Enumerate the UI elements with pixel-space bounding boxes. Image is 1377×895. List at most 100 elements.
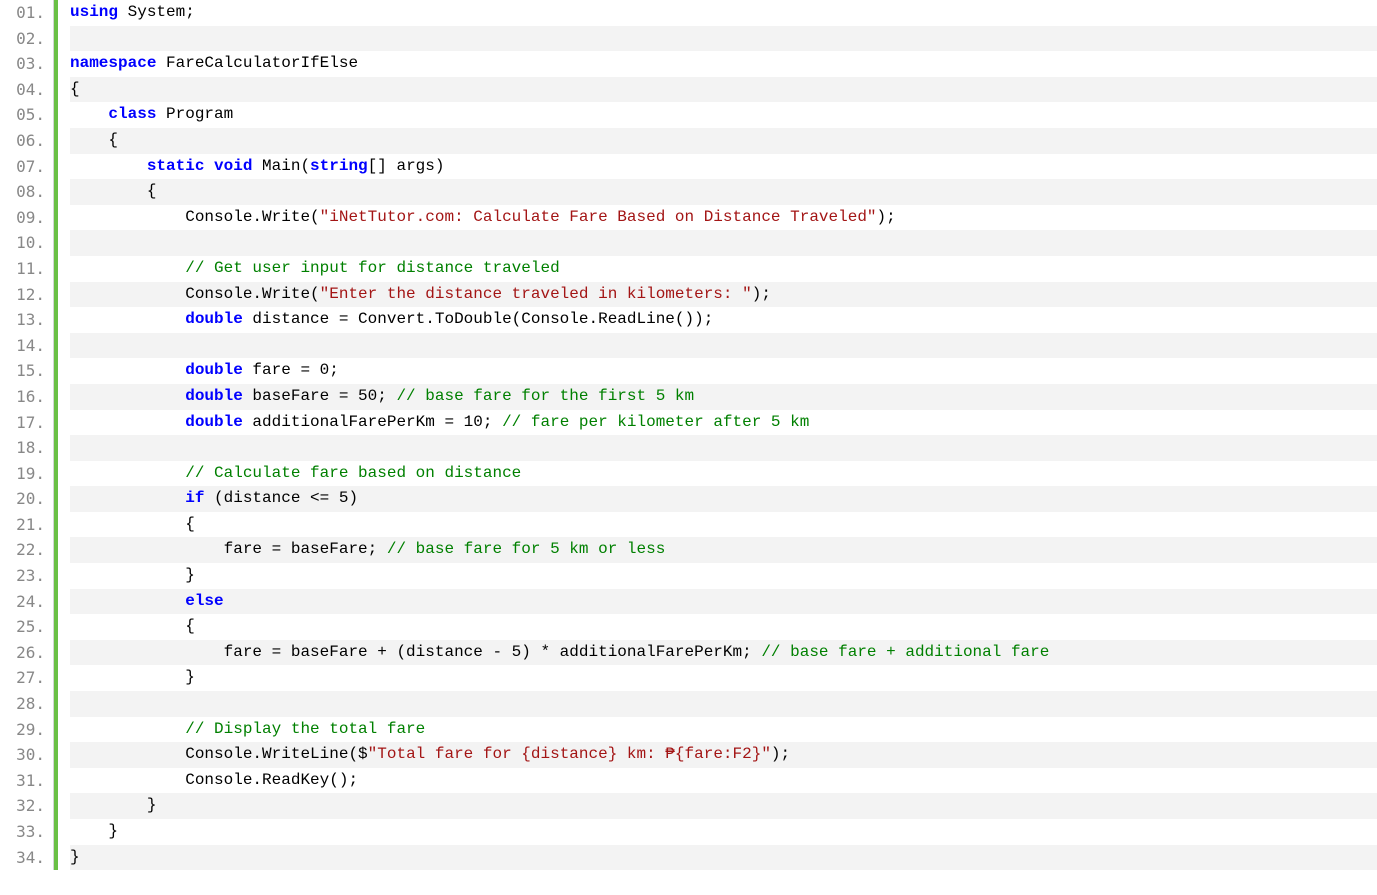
token-pln: [] args) [368, 157, 445, 175]
token-pln: baseFare = 50; [243, 387, 397, 405]
token-pln [70, 157, 147, 175]
token-str: "Enter the distance traveled in kilomete… [320, 285, 752, 303]
line-number-gutter: 01.02.03.04.05.06.07.08.09.10.11.12.13.1… [0, 0, 54, 870]
token-pln: { [70, 182, 156, 200]
token-pln: } [70, 822, 118, 840]
token-pln: { [70, 515, 195, 533]
token-pln [70, 310, 185, 328]
token-pln: } [70, 848, 80, 866]
token-pln [70, 720, 185, 738]
token-pln [70, 361, 185, 379]
token-pln: fare = 0; [243, 361, 339, 379]
token-cmt: // base fare for the first 5 km [396, 387, 694, 405]
code-line: Console.Write("Enter the distance travel… [70, 282, 1377, 308]
code-line [70, 26, 1377, 52]
code-line: Console.WriteLine($"Total fare for {dist… [70, 742, 1377, 768]
line-number: 03. [8, 51, 51, 77]
token-pln: Console.Write( [70, 285, 320, 303]
token-str: "Total fare for {distance} km: ₱{fare:F2… [368, 745, 771, 763]
token-pln: distance = Convert.ToDouble(Console.Read… [243, 310, 713, 328]
code-line: } [70, 665, 1377, 691]
line-number: 13. [8, 307, 51, 333]
code-line: { [70, 512, 1377, 538]
token-pln: ); [752, 285, 771, 303]
code-line: Console.ReadKey(); [70, 768, 1377, 794]
line-number: 24. [8, 589, 51, 615]
token-kw: if [185, 489, 204, 507]
token-pln [70, 413, 185, 431]
token-pln [70, 105, 108, 123]
code-area[interactable]: using System; namespace FareCalculatorIf… [54, 0, 1377, 870]
code-line: fare = baseFare; // base fare for 5 km o… [70, 537, 1377, 563]
token-kw: double [185, 387, 243, 405]
line-number: 06. [8, 128, 51, 154]
token-pln [70, 489, 185, 507]
code-line: else [70, 589, 1377, 615]
token-pln [70, 387, 185, 405]
token-pln: Main( [252, 157, 310, 175]
code-line: } [70, 845, 1377, 871]
token-kw: else [185, 592, 223, 610]
line-number: 34. [8, 845, 51, 871]
token-pln: } [70, 668, 195, 686]
token-pln: { [70, 131, 118, 149]
line-number: 04. [8, 77, 51, 103]
line-number: 14. [8, 333, 51, 359]
code-line: // Get user input for distance traveled [70, 256, 1377, 282]
line-number: 10. [8, 230, 51, 256]
token-pln: Console.WriteLine($ [70, 745, 368, 763]
line-number: 27. [8, 665, 51, 691]
token-pln: fare = baseFare + (distance - 5) * addit… [70, 643, 761, 661]
code-line: namespace FareCalculatorIfElse [70, 51, 1377, 77]
code-line: { [70, 179, 1377, 205]
token-pln: (distance <= 5) [204, 489, 358, 507]
line-number: 32. [8, 793, 51, 819]
code-line: } [70, 793, 1377, 819]
token-kw: double [185, 413, 243, 431]
token-cmt: // base fare for 5 km or less [387, 540, 665, 558]
code-line: { [70, 128, 1377, 154]
token-pln: } [70, 566, 195, 584]
code-line: double distance = Convert.ToDouble(Conso… [70, 307, 1377, 333]
code-line: using System; [70, 0, 1377, 26]
token-pln: ); [771, 745, 790, 763]
token-cmt: // fare per kilometer after 5 km [502, 413, 809, 431]
code-line: // Display the total fare [70, 717, 1377, 743]
token-pln: System; [118, 3, 195, 21]
code-line: Console.Write("iNetTutor.com: Calculate … [70, 205, 1377, 231]
code-line [70, 435, 1377, 461]
token-pln: fare = baseFare; [70, 540, 387, 558]
token-pln: Console.Write( [70, 208, 320, 226]
code-line: double baseFare = 50; // base fare for t… [70, 384, 1377, 410]
code-viewer: 01.02.03.04.05.06.07.08.09.10.11.12.13.1… [0, 0, 1377, 870]
line-number: 18. [8, 435, 51, 461]
token-cmt: // base fare + additional fare [761, 643, 1049, 661]
line-number: 19. [8, 461, 51, 487]
line-number: 29. [8, 717, 51, 743]
code-line [70, 230, 1377, 256]
line-number: 31. [8, 768, 51, 794]
line-number: 17. [8, 410, 51, 436]
token-kw: double [185, 361, 243, 379]
line-number: 16. [8, 384, 51, 410]
token-cmt: // Display the total fare [185, 720, 425, 738]
token-cmt: // Calculate fare based on distance [185, 464, 521, 482]
line-number: 01. [8, 0, 51, 26]
line-number: 05. [8, 102, 51, 128]
code-line [70, 333, 1377, 359]
code-line: } [70, 563, 1377, 589]
token-cmt: // Get user input for distance traveled [185, 259, 559, 277]
line-number: 28. [8, 691, 51, 717]
line-number: 12. [8, 282, 51, 308]
token-pln: ); [877, 208, 896, 226]
code-line: class Program [70, 102, 1377, 128]
token-pln [70, 464, 185, 482]
code-line: { [70, 77, 1377, 103]
token-pln [70, 592, 185, 610]
line-number: 23. [8, 563, 51, 589]
line-number: 08. [8, 179, 51, 205]
line-number: 09. [8, 205, 51, 231]
token-pln: } [70, 796, 156, 814]
code-line: double fare = 0; [70, 358, 1377, 384]
code-line: { [70, 614, 1377, 640]
